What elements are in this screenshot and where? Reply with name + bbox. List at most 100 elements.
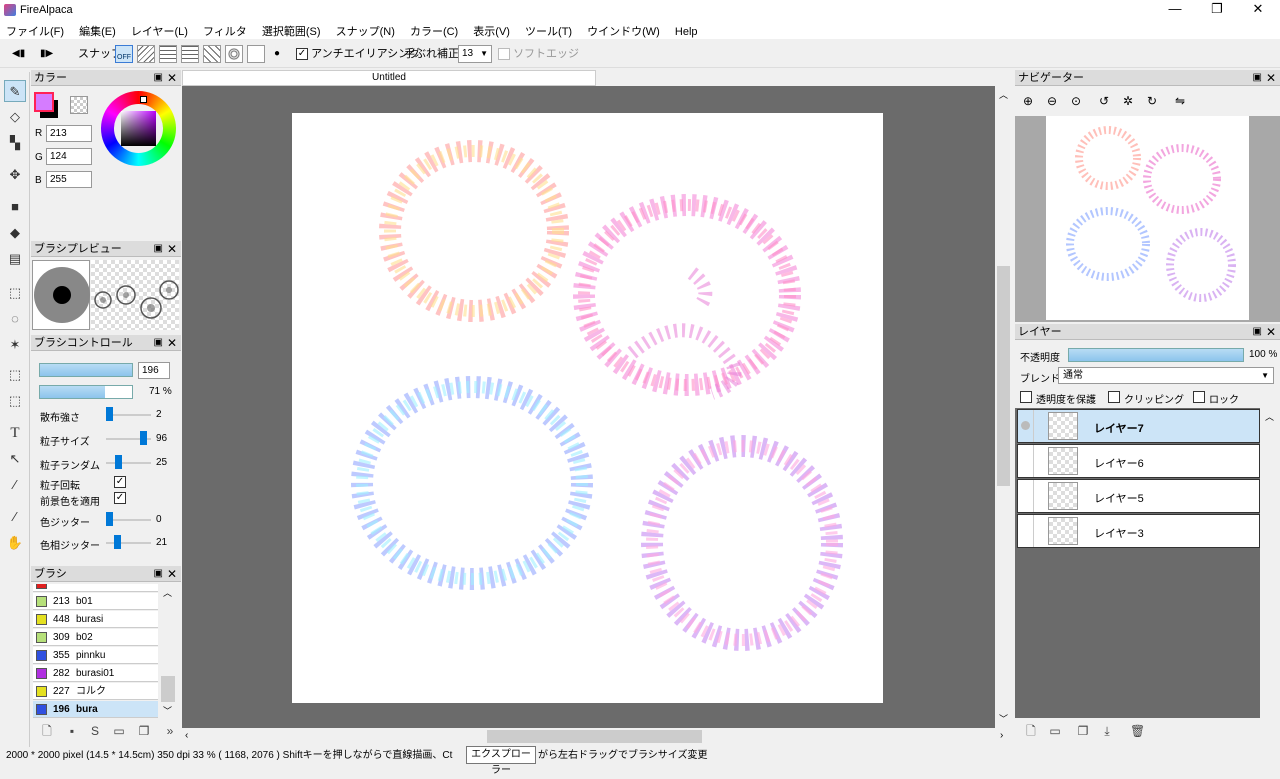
- visibility-toggle[interactable]: [1018, 480, 1034, 512]
- magic-wand-tool-icon[interactable]: ✶: [4, 334, 26, 356]
- r-input[interactable]: 213: [46, 125, 92, 142]
- color-jitter-knob[interactable]: [106, 512, 113, 526]
- layer-row[interactable]: レイヤー5: [1017, 479, 1260, 513]
- more-icon[interactable]: »: [163, 724, 177, 738]
- particle-rotation-checkbox[interactable]: ✓: [114, 476, 126, 488]
- zoom-fit-icon[interactable]: ⊙: [1071, 94, 1081, 108]
- transparent-color-swatch[interactable]: [70, 96, 88, 114]
- hue-cursor[interactable]: [140, 96, 147, 103]
- float-icon[interactable]: ▣: [154, 70, 163, 86]
- list-item-selected[interactable]: 196 bura: [33, 701, 158, 718]
- hand-tool-icon[interactable]: ✋: [4, 532, 26, 554]
- b-input[interactable]: 255: [46, 171, 92, 188]
- move-tool-icon[interactable]: ✥: [4, 164, 26, 186]
- close-icon[interactable]: ✕: [167, 241, 177, 257]
- text-tool-icon[interactable]: T: [4, 422, 26, 444]
- blend-select[interactable]: 通常 ▼: [1058, 367, 1274, 384]
- visibility-toggle[interactable]: [1018, 410, 1034, 442]
- snap-curve-button[interactable]: [247, 45, 265, 63]
- layer-row-selected[interactable]: レイヤー7: [1017, 409, 1260, 443]
- minimize-button[interactable]: —: [1155, 0, 1195, 20]
- brush-size-input[interactable]: 196: [138, 362, 170, 379]
- protect-alpha-checkbox[interactable]: [1020, 391, 1032, 403]
- stabilizer-select[interactable]: 13 ▼: [458, 45, 492, 63]
- list-item[interactable]: 355 pinnku: [33, 647, 158, 664]
- flip-icon[interactable]: ⇋: [1175, 94, 1185, 108]
- menu-color[interactable]: カラー(C): [404, 20, 464, 39]
- chevron-right-icon[interactable]: ›: [1000, 730, 1003, 741]
- rotate-right-icon[interactable]: ↻: [1147, 94, 1157, 108]
- new-brush-icon[interactable]: 🗋: [40, 724, 54, 738]
- list-item[interactable]: 227 コルク: [33, 683, 158, 700]
- document-tab[interactable]: Untitled: [182, 70, 596, 86]
- chevron-down-icon[interactable]: ﹀: [999, 712, 1008, 725]
- rotate-reset-icon[interactable]: ✲: [1123, 94, 1133, 108]
- snap-off-button[interactable]: OFF: [115, 45, 133, 63]
- script-brush-icon[interactable]: S: [88, 724, 102, 738]
- float-icon[interactable]: ▣: [1253, 70, 1262, 86]
- menu-view[interactable]: 表示(V): [467, 20, 516, 39]
- apply-fg-color-checkbox[interactable]: ✓: [114, 492, 126, 504]
- snap-cross-button[interactable]: [181, 45, 199, 63]
- clipping-checkbox[interactable]: [1108, 391, 1120, 403]
- chevron-up-icon[interactable]: ︿: [1265, 410, 1274, 423]
- layer-row[interactable]: レイヤー3: [1017, 514, 1260, 548]
- snap-dot-icon[interactable]: ●: [274, 44, 280, 64]
- scatter-strength-knob[interactable]: [106, 407, 113, 421]
- new-folder-icon[interactable]: ▭: [1048, 724, 1062, 738]
- prev-icon[interactable]: ◀▮: [12, 44, 25, 64]
- snap-parallel-button[interactable]: [137, 45, 155, 63]
- brush-opacity-slider[interactable]: [39, 385, 133, 399]
- folder-icon[interactable]: ▭: [112, 724, 126, 738]
- lock-checkbox[interactable]: [1193, 391, 1205, 403]
- eraser-tool-icon[interactable]: ◇: [4, 106, 26, 128]
- menu-snap[interactable]: スナップ(N): [330, 20, 401, 39]
- chevron-up-icon[interactable]: ︿: [999, 88, 1008, 101]
- soft-edge-checkbox[interactable]: ソフトエッジ: [498, 44, 579, 64]
- brush-size-slider[interactable]: [39, 363, 133, 377]
- duplicate-layer-icon[interactable]: ❐: [1076, 724, 1090, 738]
- snap-grid-button[interactable]: [159, 45, 177, 63]
- fg-color-swatch[interactable]: [34, 92, 54, 112]
- visibility-toggle[interactable]: [1018, 515, 1034, 547]
- close-window-button[interactable]: ✕: [1238, 0, 1278, 20]
- chevron-up-icon[interactable]: ︿: [163, 586, 172, 599]
- close-icon[interactable]: ✕: [1266, 324, 1276, 340]
- float-icon[interactable]: ▣: [154, 241, 163, 257]
- select-tool-icon[interactable]: ⬚: [4, 282, 26, 304]
- canvas-vertical-scrollbar[interactable]: ︿ ﹀: [995, 86, 1012, 728]
- menu-layer[interactable]: レイヤー(L): [125, 20, 194, 39]
- save-brush-icon[interactable]: ▪: [65, 724, 79, 738]
- list-item[interactable]: 213 b01: [33, 593, 158, 610]
- menu-filter[interactable]: フィルタ: [197, 20, 253, 39]
- blur-tool-icon[interactable]: ∕: [4, 474, 26, 496]
- color-square[interactable]: [121, 111, 156, 146]
- next-icon[interactable]: ▮▶: [40, 44, 53, 64]
- bucket-tool-icon[interactable]: ◆: [4, 222, 26, 244]
- float-icon[interactable]: ▣: [154, 335, 163, 351]
- hue-jitter-track[interactable]: [106, 542, 151, 544]
- lasso-tool-icon[interactable]: ◌: [4, 308, 26, 330]
- menu-tool[interactable]: ツール(T): [519, 20, 578, 39]
- list-item[interactable]: 309 b02: [33, 629, 158, 646]
- list-item[interactable]: 282 burasi01: [33, 665, 158, 682]
- particle-random-track[interactable]: [106, 462, 151, 464]
- menu-window[interactable]: ウインドウ(W): [581, 20, 666, 39]
- list-item[interactable]: [33, 584, 158, 592]
- fill-rect-tool-icon[interactable]: ■: [4, 196, 26, 218]
- select-pen-tool-icon[interactable]: ⬚: [4, 364, 26, 386]
- menu-help[interactable]: Help: [669, 23, 704, 38]
- navigator-view[interactable]: [1015, 116, 1280, 322]
- float-icon[interactable]: ▣: [154, 566, 163, 582]
- dot-tool-icon[interactable]: ▚: [4, 132, 26, 154]
- canvas-horizontal-scrollbar[interactable]: ‹ ›: [182, 728, 1003, 745]
- visibility-toggle[interactable]: [1018, 445, 1034, 477]
- particle-size-knob[interactable]: [140, 431, 147, 445]
- snap-radial-button[interactable]: [203, 45, 221, 63]
- new-layer-icon[interactable]: 🗋: [1024, 724, 1038, 738]
- close-icon[interactable]: ✕: [167, 70, 177, 86]
- menu-file[interactable]: ファイル(F): [0, 20, 70, 39]
- list-item[interactable]: 448 burasi: [33, 611, 158, 628]
- close-icon[interactable]: ✕: [167, 566, 177, 582]
- close-icon[interactable]: ✕: [1266, 70, 1276, 86]
